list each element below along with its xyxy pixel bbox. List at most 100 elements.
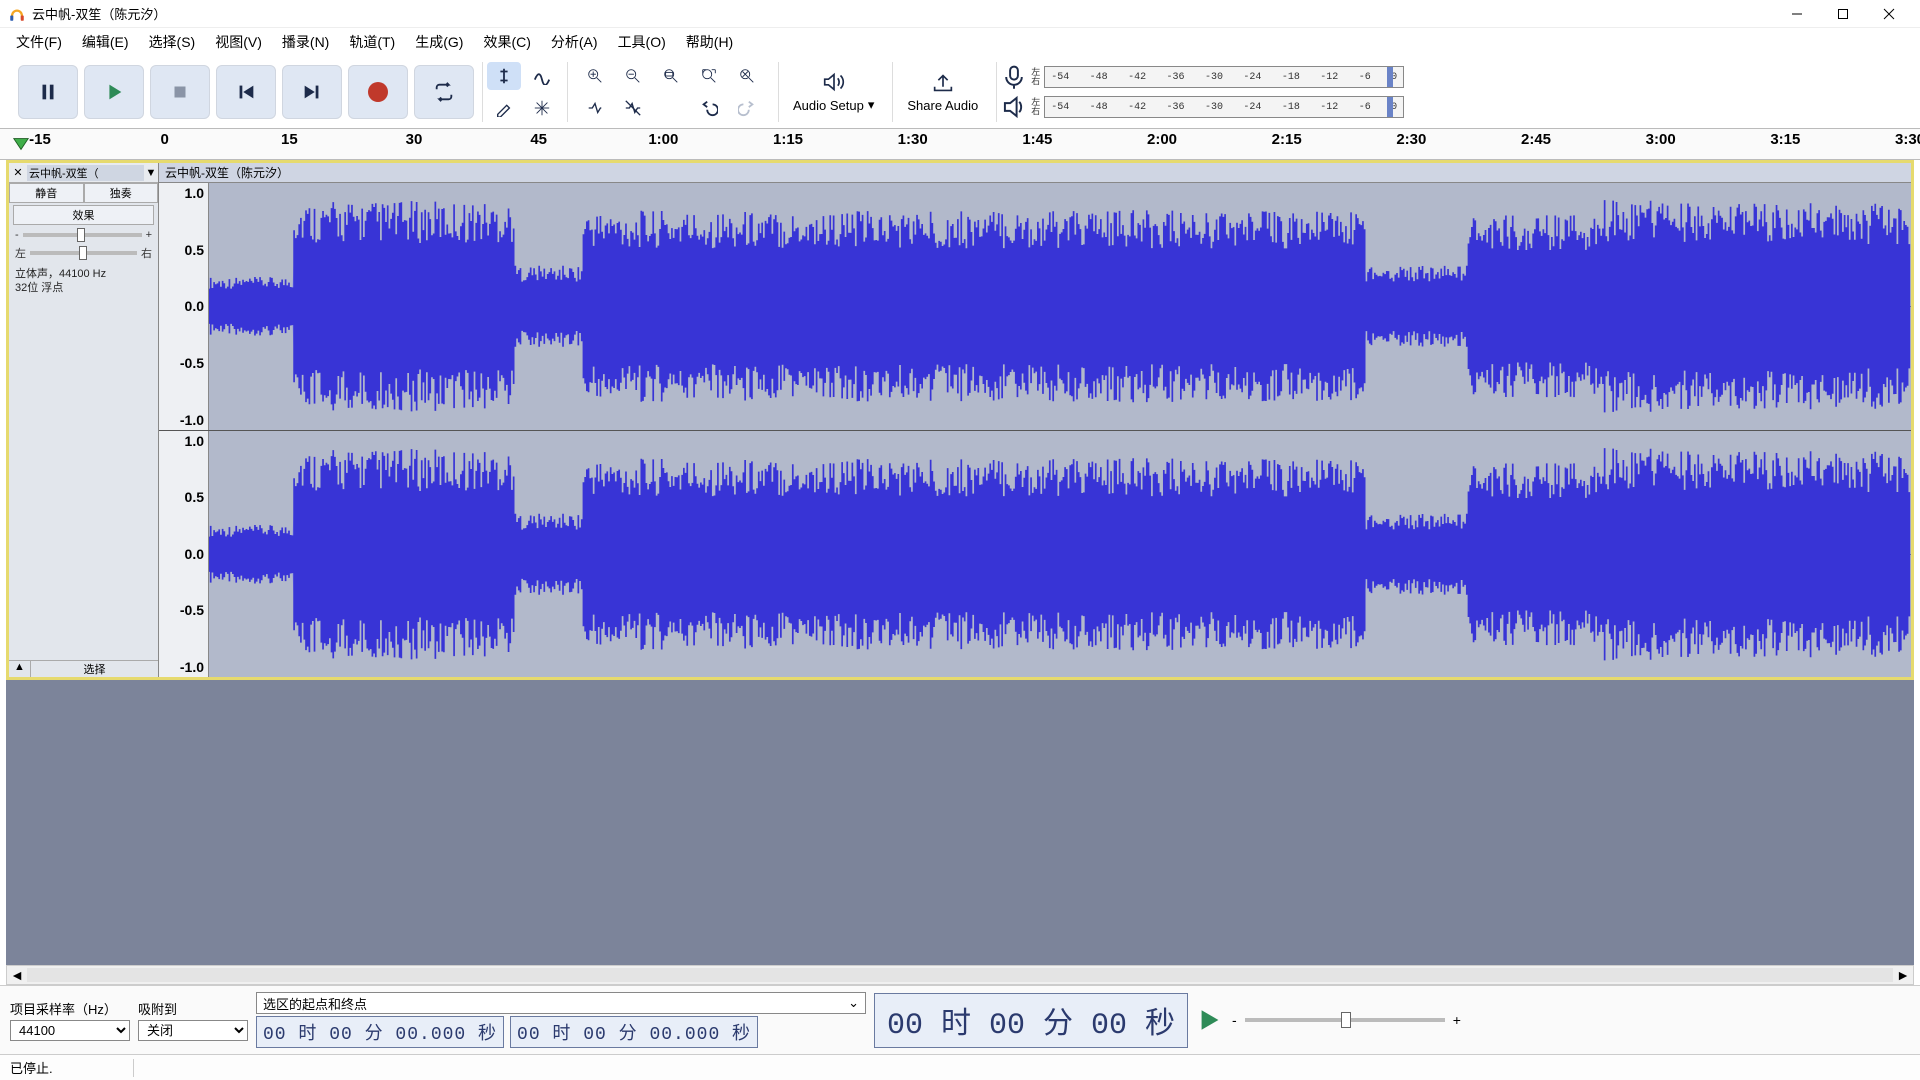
record-meter-lr: 左右 bbox=[1031, 68, 1040, 86]
meters-group: 左右 -54-48-42-36-30-24-18-12-60 左右 -54-48… bbox=[996, 62, 1408, 122]
snap-label: 吸附到 bbox=[138, 999, 248, 1018]
selection-tool[interactable] bbox=[487, 62, 521, 90]
audio-setup-button[interactable]: Audio Setup▾ bbox=[783, 67, 884, 117]
record-icon bbox=[368, 82, 388, 102]
statusbar: 已停止. bbox=[0, 1054, 1920, 1080]
playback-meter-icon[interactable] bbox=[1001, 94, 1027, 120]
selection-toolbar: 项目采样率（Hz） 44100 吸附到 关闭 选区的起点和终点 ⌄ 00 时 0… bbox=[0, 985, 1920, 1054]
play-button[interactable] bbox=[84, 65, 144, 119]
pan-slider[interactable] bbox=[30, 251, 137, 255]
menu-analyze[interactable]: 分析(A) bbox=[541, 30, 608, 54]
selection-start-field[interactable]: 00 时 00 分 00.000 秒 bbox=[256, 1016, 504, 1048]
track-collapse-button[interactable]: ▲ bbox=[9, 661, 31, 677]
track-select-button[interactable]: 选择 bbox=[31, 661, 158, 677]
timeline-ruler[interactable]: -1501530451:001:151:301:452:002:152:302:… bbox=[0, 128, 1920, 160]
menubar: 文件(F) 编辑(E) 选择(S) 视图(V) 播录(N) 轨道(T) 生成(G… bbox=[0, 28, 1920, 56]
pause-button[interactable] bbox=[18, 65, 78, 119]
tools-group bbox=[482, 62, 563, 122]
track-menu-button[interactable]: ▼ bbox=[144, 167, 158, 179]
gain-plus-label: + bbox=[146, 229, 152, 241]
selection-end-field[interactable]: 00 时 00 分 00.000 秒 bbox=[510, 1016, 758, 1048]
snap-select[interactable]: 关闭 bbox=[138, 1020, 248, 1041]
gain-minus-label: - bbox=[15, 229, 19, 241]
channel-left: 1.00.50.0-0.5-1.0 bbox=[159, 183, 1911, 431]
close-button[interactable] bbox=[1866, 0, 1912, 28]
record-meter[interactable]: -54-48-42-36-30-24-18-12-60 bbox=[1044, 66, 1404, 88]
zoom-in-button[interactable] bbox=[578, 62, 612, 90]
setup-group: Audio Setup▾ bbox=[778, 62, 888, 122]
selection-mode-dropdown[interactable]: 选区的起点和终点 ⌄ bbox=[256, 992, 866, 1014]
zoom-out-button[interactable] bbox=[616, 62, 650, 90]
undo-button[interactable] bbox=[692, 94, 726, 122]
record-meter-icon[interactable] bbox=[1001, 64, 1027, 90]
share-audio-button[interactable]: Share Audio bbox=[897, 68, 988, 117]
fit-project-button[interactable] bbox=[692, 62, 726, 90]
menu-edit[interactable]: 编辑(E) bbox=[72, 30, 139, 54]
project-rate-label: 项目采样率（Hz） bbox=[10, 999, 130, 1018]
effects-button[interactable]: 效果 bbox=[13, 205, 154, 225]
app-icon bbox=[8, 5, 26, 23]
toolbar: Audio Setup▾ Share Audio 左右 -54-48-42-36… bbox=[0, 56, 1920, 128]
track-name-dropdown[interactable]: 云中帆-双笙（ bbox=[27, 165, 144, 181]
menu-generate[interactable]: 生成(G) bbox=[405, 30, 473, 54]
project-rate-select[interactable]: 44100 bbox=[10, 1020, 130, 1041]
share-group: Share Audio bbox=[892, 62, 992, 122]
waveform-left[interactable] bbox=[209, 183, 1911, 430]
vscale-left: 1.00.50.0-0.5-1.0 bbox=[159, 183, 209, 430]
solo-button[interactable]: 独奏 bbox=[84, 183, 159, 203]
menu-file[interactable]: 文件(F) bbox=[6, 30, 72, 54]
menu-tools[interactable]: 工具(O) bbox=[608, 30, 676, 54]
menu-tracks[interactable]: 轨道(T) bbox=[339, 30, 405, 54]
track-container: ✕ 云中帆-双笙（ ▼ 静音 独奏 效果 - + 左 右 立体声，44100 H… bbox=[6, 160, 1914, 680]
skip-start-button[interactable] bbox=[216, 65, 276, 119]
share-audio-label: Share Audio bbox=[907, 98, 978, 113]
spacer-btn bbox=[654, 94, 688, 122]
scroll-left-button[interactable]: ◄ bbox=[7, 967, 27, 983]
selection-mode-label: 选区的起点和终点 bbox=[263, 994, 367, 1013]
playback-meter-lr: 左右 bbox=[1031, 98, 1040, 116]
chevron-down-icon: ▾ bbox=[868, 97, 875, 113]
maximize-button[interactable] bbox=[1820, 0, 1866, 28]
clip-title[interactable]: 云中帆-双笙（陈元汐） bbox=[159, 163, 1911, 183]
channel-right: 1.00.50.0-0.5-1.0 bbox=[159, 431, 1911, 678]
track-close-button[interactable]: ✕ bbox=[9, 166, 27, 179]
horizontal-scrollbar[interactable]: ◄ ► bbox=[6, 965, 1914, 985]
transport-group bbox=[14, 62, 478, 122]
pan-right-label: 右 bbox=[141, 245, 152, 261]
playhead-icon[interactable] bbox=[12, 135, 30, 153]
multi-tool[interactable] bbox=[525, 94, 559, 122]
skip-end-button[interactable] bbox=[282, 65, 342, 119]
stop-button[interactable] bbox=[150, 65, 210, 119]
menu-transport[interactable]: 播录(N) bbox=[272, 30, 339, 54]
status-text: 已停止. bbox=[10, 1058, 53, 1077]
playback-speed-slider[interactable] bbox=[1245, 1018, 1445, 1022]
menu-help[interactable]: 帮助(H) bbox=[676, 30, 743, 54]
menu-select[interactable]: 选择(S) bbox=[139, 30, 206, 54]
loop-button[interactable] bbox=[414, 65, 474, 119]
scroll-right-button[interactable]: ► bbox=[1893, 967, 1913, 983]
track-control-panel: ✕ 云中帆-双笙（ ▼ 静音 独奏 效果 - + 左 右 立体声，44100 H… bbox=[9, 163, 159, 677]
menu-effect[interactable]: 效果(C) bbox=[473, 30, 540, 54]
trim-button[interactable] bbox=[578, 94, 612, 122]
redo-button[interactable] bbox=[730, 94, 764, 122]
pan-left-label: 左 bbox=[15, 245, 26, 261]
play-at-speed-button[interactable] bbox=[1196, 1006, 1224, 1034]
minimize-button[interactable] bbox=[1774, 0, 1820, 28]
envelope-tool[interactable] bbox=[525, 62, 559, 90]
waveform-right[interactable] bbox=[209, 431, 1911, 678]
fit-selection-button[interactable] bbox=[654, 62, 688, 90]
play-at-speed-group: - + bbox=[1196, 1006, 1461, 1034]
audio-position-field[interactable]: 00 时 00 分 00 秒 bbox=[874, 993, 1188, 1048]
playback-meter[interactable]: -54-48-42-36-30-24-18-12-60 bbox=[1044, 96, 1404, 118]
speed-minus-label: - bbox=[1232, 1012, 1237, 1028]
menu-view[interactable]: 视图(V) bbox=[205, 30, 272, 54]
silence-button[interactable] bbox=[616, 94, 650, 122]
gain-slider[interactable] bbox=[23, 233, 142, 237]
speed-plus-label: + bbox=[1453, 1012, 1461, 1028]
empty-track-area[interactable] bbox=[6, 680, 1914, 965]
draw-tool[interactable] bbox=[487, 94, 521, 122]
record-button[interactable] bbox=[348, 65, 408, 119]
waveform-area: 云中帆-双笙（陈元汐） 1.00.50.0-0.5-1.0 1.00.50.0-… bbox=[159, 163, 1911, 677]
zoom-toggle-button[interactable] bbox=[730, 62, 764, 90]
mute-button[interactable]: 静音 bbox=[9, 183, 84, 203]
